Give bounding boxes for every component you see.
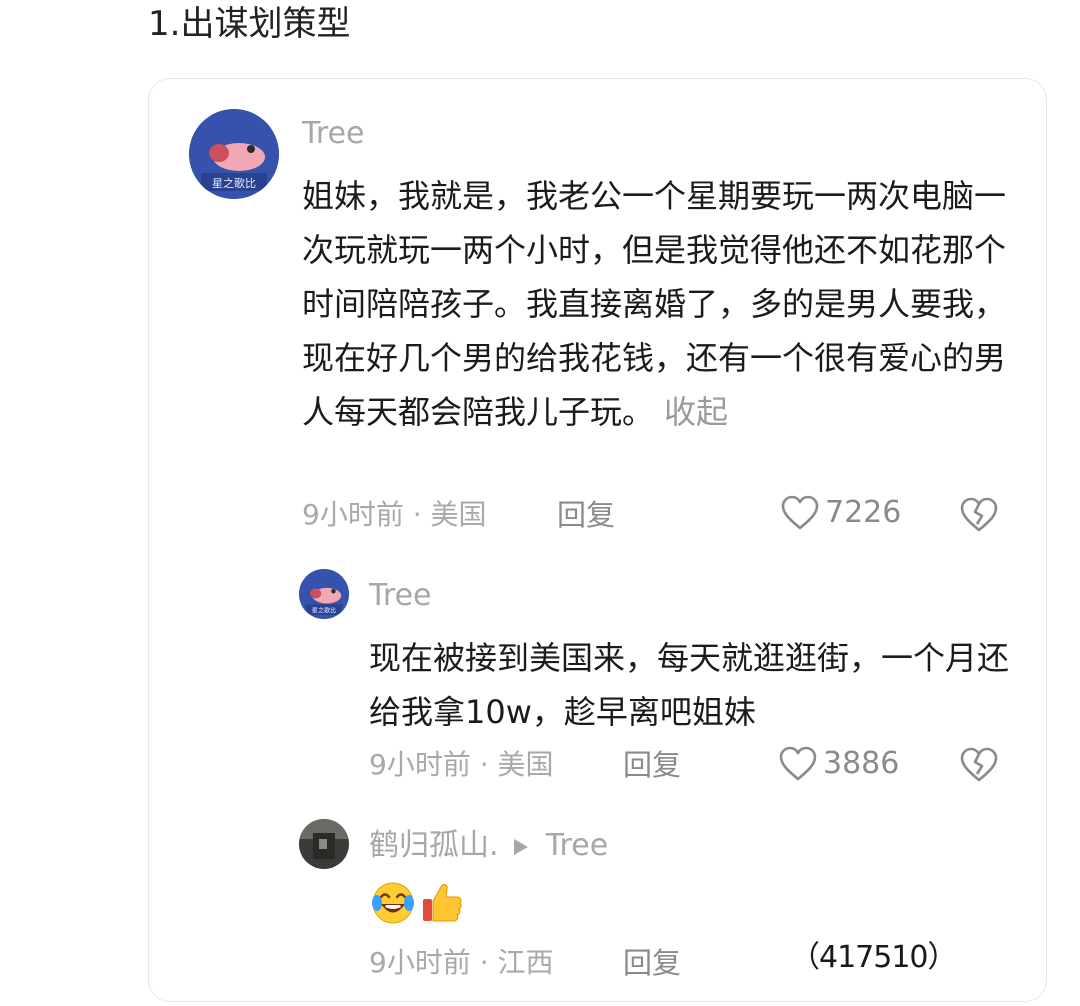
like-count: 3886 — [823, 746, 900, 781]
reply-header: 鹤归孤山. Tree — [369, 827, 608, 865]
comment-text: 现在被接到美国来，每天就逛逛街，一个月还给我拿10w，趁早离吧姐妹 — [369, 639, 1010, 731]
laughing-emoji-icon — [372, 882, 414, 924]
thumbs-up-emoji-icon — [423, 884, 462, 922]
reply-button[interactable]: 回复 — [623, 945, 681, 981]
reply-button[interactable]: 回复 — [623, 747, 681, 783]
like-count: 7226 — [825, 495, 902, 530]
heart-outline-icon — [779, 746, 817, 781]
comment-meta: 9小时前 · 美国 — [369, 748, 554, 781]
page-heading: 1.出谋划策型 — [148, 4, 351, 44]
reply-button[interactable]: 回复 — [557, 497, 615, 533]
heart-outline-icon — [781, 495, 819, 530]
comment-card: 星之歌比 Tree 姐妹，我就是，我老公一个星期要玩一两次电脑一次玩就玩一两个小… — [148, 78, 1047, 1002]
broken-heart-icon[interactable] — [960, 747, 998, 783]
avatar[interactable]: 星之歌比 — [189, 109, 279, 199]
username[interactable]: Tree — [369, 577, 432, 615]
svg-text:星之歌比: 星之歌比 — [312, 606, 336, 614]
play-arrow-icon — [514, 838, 529, 855]
comment-text: 姐妹，我就是，我老公一个星期要玩一两次电脑一次玩就玩一两个小时，但是我觉得他还不… — [302, 169, 1012, 439]
like-button[interactable]: 3886 — [779, 746, 899, 782]
comment-text-content: 姐妹，我就是，我老公一个星期要玩一两次电脑一次玩就玩一两个小时，但是我觉得他还不… — [302, 177, 1007, 431]
comment-meta: 9小时前 · 美国 — [302, 498, 487, 531]
comment-meta: 9小时前 · 江西 — [369, 946, 554, 979]
username[interactable]: Tree — [302, 115, 365, 153]
collapse-link[interactable]: 收起 — [664, 393, 728, 431]
svg-text:星之歌比: 星之歌比 — [212, 176, 256, 190]
avatar[interactable]: 星之歌比 — [299, 569, 349, 619]
emoji-content — [369, 879, 465, 925]
username[interactable]: 鹤归孤山. — [369, 828, 499, 863]
like-button[interactable]: 7226 — [781, 495, 901, 531]
reply-to-username[interactable]: Tree — [546, 828, 609, 863]
avatar[interactable] — [299, 819, 349, 869]
broken-heart-icon[interactable] — [960, 497, 998, 533]
watermark: （417510） — [790, 940, 958, 975]
